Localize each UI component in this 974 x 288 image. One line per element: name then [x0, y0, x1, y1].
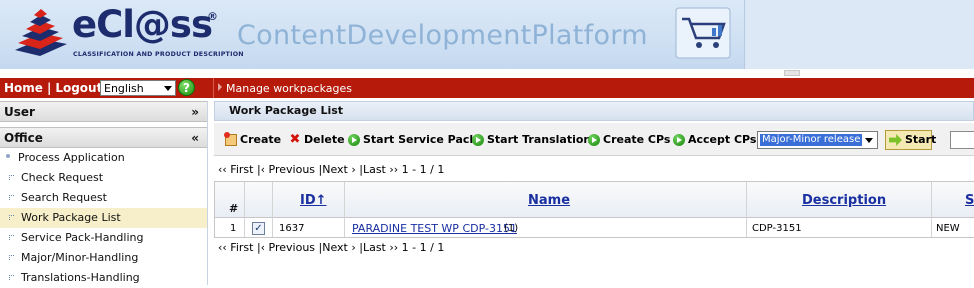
sidebar-item-search-request[interactable]: Search Request [0, 188, 207, 208]
row-description: CDP-3151 [752, 223, 802, 234]
logout-link[interactable]: Logout [55, 81, 102, 95]
collapse-header-handle[interactable] [784, 70, 800, 76]
tree-branch-icon [9, 275, 14, 280]
office-panel-header[interactable]: Office « [0, 127, 207, 148]
row-name-link[interactable]: PARADINE TEST WP CDP-3151 [352, 222, 517, 235]
accept-cps-label: Accept CPs [688, 133, 757, 146]
create-cps-label: Create CPs [603, 133, 671, 146]
start-translations-label: Start Translations [487, 133, 598, 146]
play-icon [472, 133, 484, 146]
delete-label: Delete [304, 133, 345, 146]
main-content: Work Package List Create ✖ Delete Start S… [214, 101, 974, 285]
divider [213, 78, 214, 98]
sidebar-item-label: Service Pack-Handling [21, 231, 144, 244]
page-title: Work Package List [214, 101, 974, 121]
release-type-select[interactable]: Major-Minor release [757, 131, 878, 149]
sidebar-item-major-minor-handling[interactable]: Major/Minor-Handling [0, 248, 207, 268]
user-panel-header[interactable]: User » [0, 101, 207, 122]
accept-cps-button[interactable]: Accept CPs [673, 133, 756, 146]
sidebar-item-work-package-list[interactable]: Work Package List [0, 208, 207, 228]
shopping-cart-icon [675, 7, 731, 59]
tree-branch-icon [9, 175, 14, 180]
account-links: Home | Logout | [4, 81, 111, 95]
sidebar-item-label: Search Request [21, 191, 107, 204]
sidebar-item-translations-handling[interactable]: Translations-Handling [0, 268, 207, 288]
play-icon [588, 133, 600, 146]
sidebar: User » Office « Process Application Chec… [0, 101, 208, 285]
row-id: 1637 [279, 223, 305, 234]
pagination-top[interactable]: ‹‹ First |‹ Previous |Next › |Last ›› 1 … [218, 163, 444, 176]
tree-branch-icon [9, 235, 14, 240]
arrow-right-icon [218, 83, 222, 91]
sidebar-item-label: Major/Minor-Handling [21, 251, 139, 264]
work-package-table: # ID↑ Name Description S 1 ✓ 1637 PARADI… [214, 181, 974, 238]
home-link[interactable]: Home [4, 81, 43, 95]
toolbar: Create ✖ Delete Start Service Pack Start … [214, 123, 974, 156]
row-status: NEW [936, 223, 960, 234]
start-translations-button[interactable]: Start Translations [472, 133, 598, 146]
expand-icon[interactable]: » [191, 102, 199, 123]
tree-branch-icon [9, 215, 14, 220]
collapse-icon[interactable]: « [191, 128, 199, 149]
pagination-bottom[interactable]: ‹‹ First |‹ Previous |Next › |Last ›› 1 … [218, 241, 444, 254]
breadcrumb-label[interactable]: Manage workpackages [226, 82, 352, 95]
arrow-right-icon [889, 134, 902, 146]
sidebar-item-label: Work Package List [21, 211, 121, 224]
create-label: Create [240, 133, 282, 146]
platform-title: ContentDevelopmentPlatform [237, 20, 648, 51]
sidebar-item-label: Translations-Handling [21, 271, 140, 284]
banner-image: eCl@ss ® CLASSIFICATION AND PRODUCT DESC… [0, 0, 745, 69]
sidebar-item-label: Check Request [21, 171, 104, 184]
sidebar-item-label: Process Application [18, 151, 125, 164]
create-cps-button[interactable]: Create CPs [588, 133, 670, 146]
breadcrumb: Manage workpackages [218, 82, 352, 95]
play-icon [673, 133, 685, 146]
row-name-count: (1) [504, 223, 519, 234]
sidebar-item-check-request[interactable]: Check Request [0, 168, 207, 188]
column-header-status: S [932, 182, 974, 218]
chevron-down-icon [865, 138, 873, 143]
create-icon [224, 131, 237, 146]
office-menu: Process Application Check Request Search… [0, 148, 207, 288]
top-nav-bar: Home | Logout | English ? Manage workpac… [0, 78, 974, 98]
play-icon [348, 133, 360, 146]
brand-name: eCl@ss [72, 3, 213, 46]
row-checkbox[interactable]: ✓ [252, 222, 265, 235]
office-panel-title: Office [4, 131, 43, 145]
language-select[interactable]: English [100, 80, 176, 96]
tree-branch-icon [9, 255, 14, 260]
sidebar-item-process-application[interactable]: Process Application [0, 148, 207, 168]
header-banner: eCl@ss ® CLASSIFICATION AND PRODUCT DESC… [0, 0, 974, 69]
start-service-pack-button[interactable]: Start Service Pack [348, 133, 477, 146]
bullet-icon [6, 154, 10, 158]
help-icon[interactable]: ? [178, 79, 195, 96]
table-bottom-border [214, 237, 974, 238]
tree-branch-icon [9, 195, 14, 200]
registered-mark: ® [207, 10, 218, 23]
nav-separator: | [46, 81, 52, 95]
delete-icon: ✖ [289, 131, 301, 147]
language-value: English [104, 82, 144, 95]
brand-tagline: CLASSIFICATION AND PRODUCT DESCRIPTION [73, 51, 244, 58]
start-button[interactable]: Start [885, 130, 936, 150]
row-number: 1 [230, 223, 237, 234]
start-label: Start [905, 133, 937, 146]
chevron-down-icon [164, 86, 172, 91]
search-input[interactable] [950, 131, 974, 149]
delete-button[interactable]: ✖ Delete [289, 131, 345, 147]
sort-status-link[interactable]: S [965, 193, 974, 208]
create-button[interactable]: Create [224, 131, 282, 146]
start-service-pack-label: Start Service Pack [363, 133, 477, 146]
eclass-logo-icon [15, 9, 67, 56]
release-type-value: Major-Minor release [760, 134, 863, 146]
user-panel-title: User [4, 105, 35, 119]
sidebar-item-service-pack-handling[interactable]: Service Pack-Handling [0, 228, 207, 248]
